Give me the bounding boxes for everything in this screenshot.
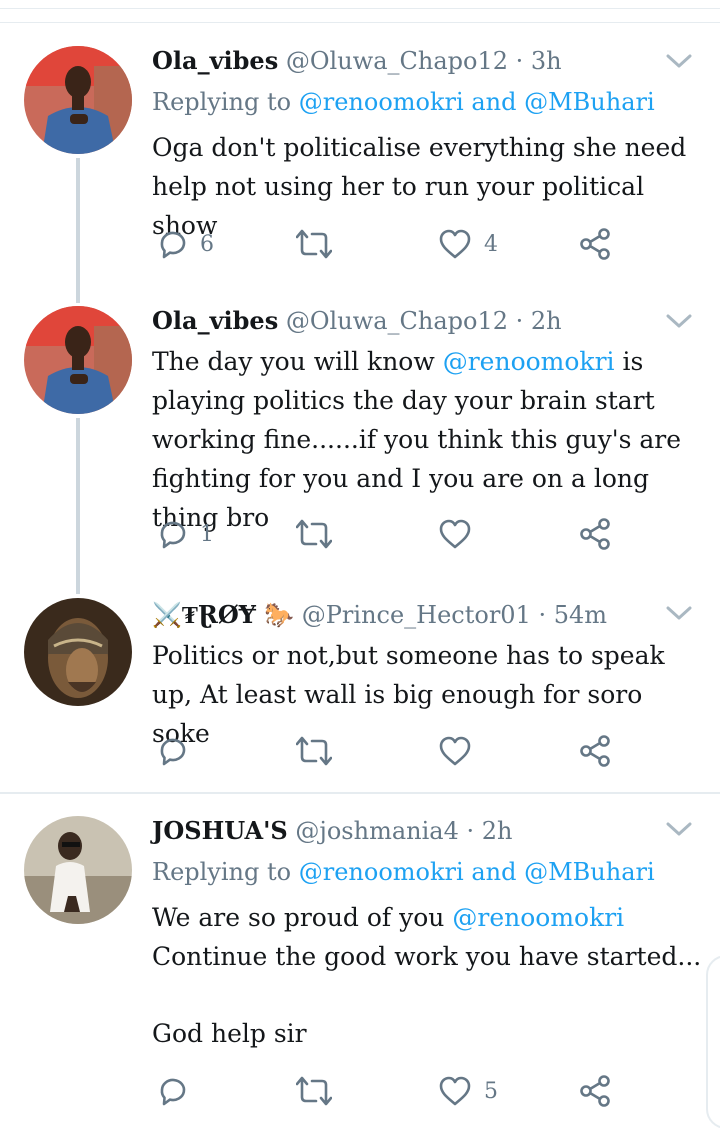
retweet-icon <box>296 736 332 766</box>
reply-count: 6 <box>200 231 214 257</box>
thread-line <box>76 418 80 594</box>
tweet-actions <box>152 731 632 771</box>
tweet-actions: 5 <box>152 1071 632 1111</box>
share-icon <box>580 518 610 550</box>
mention-link[interactable]: @renoomokri <box>452 903 624 932</box>
tweet-header: ⚔️₮ⱤØɎ 🐎 @Prince_Hector01 · 54m <box>152 600 607 630</box>
mention-link[interactable]: @renoomokri <box>299 858 464 886</box>
reply-icon <box>160 521 186 549</box>
chevron-down-icon[interactable] <box>666 52 692 70</box>
share-button[interactable] <box>578 731 612 771</box>
tweet-header: Ola_vibes @Oluwa_Chapo12 · 3h <box>152 46 562 76</box>
floating-card-edge <box>706 955 720 1129</box>
reply-button[interactable]: 6 <box>156 224 214 264</box>
retweet-icon <box>296 229 332 259</box>
retweet-button[interactable] <box>296 514 344 554</box>
timestamp[interactable]: · 2h <box>516 307 562 335</box>
tweet-text-part: We are so proud of you <box>152 903 445 932</box>
like-icon <box>439 519 471 549</box>
tweet-text-part: The day you will know <box>152 347 435 376</box>
mention-link[interactable]: @MBuhari <box>524 858 655 886</box>
share-button[interactable] <box>578 1071 612 1111</box>
reply-count: 1 <box>200 521 214 547</box>
timestamp[interactable]: · 2h <box>467 817 513 845</box>
reply-icon <box>160 231 186 259</box>
like-button[interactable]: 5 <box>438 1071 498 1111</box>
chevron-down-icon[interactable] <box>666 820 692 838</box>
share-icon <box>580 228 610 260</box>
mention-link[interactable]: @renoomokri <box>443 347 615 376</box>
top-divider <box>0 22 720 23</box>
top-divider <box>0 8 720 9</box>
like-count: 4 <box>484 231 498 257</box>
replying-to: Replying to @renoomokri and @MBuhari <box>152 87 655 117</box>
retweet-button[interactable] <box>296 1071 344 1111</box>
retweet-icon <box>296 519 332 549</box>
reply-button[interactable] <box>156 731 200 771</box>
chevron-down-icon[interactable] <box>666 604 692 622</box>
reply-button[interactable]: 1 <box>156 514 214 554</box>
like-count: 5 <box>484 1078 498 1104</box>
avatar[interactable] <box>24 306 132 414</box>
tweet-header: Ola_vibes @Oluwa_Chapo12 · 2h <box>152 306 562 336</box>
avatar[interactable] <box>24 598 132 706</box>
user-handle[interactable]: @joshmania4 <box>295 817 458 845</box>
timestamp[interactable]: · 3h <box>516 47 562 75</box>
share-icon <box>580 735 610 767</box>
replying-and: and <box>471 88 517 116</box>
mention-link[interactable]: @MBuhari <box>524 88 655 116</box>
share-icon <box>580 1075 610 1107</box>
replying-and: and <box>471 858 517 886</box>
thread-line <box>76 158 80 303</box>
retweet-button[interactable] <box>296 731 344 771</box>
display-name[interactable]: Ola_vibes <box>152 306 278 335</box>
retweet-button[interactable] <box>296 224 344 264</box>
share-button[interactable] <box>578 514 612 554</box>
avatar[interactable] <box>24 46 132 154</box>
reply-icon <box>160 738 186 766</box>
chevron-down-icon[interactable] <box>666 312 692 330</box>
reply-button[interactable] <box>156 1071 200 1111</box>
tweet-text: The day you will know @renoomokri is pla… <box>152 342 707 537</box>
retweet-icon <box>296 1076 332 1106</box>
tweet-actions: 6 4 <box>152 224 632 264</box>
tweet-text-extra: God help sir <box>152 1019 307 1048</box>
like-button[interactable] <box>438 514 484 554</box>
display-name[interactable]: JOSHUA'S <box>152 816 288 845</box>
mention-link[interactable]: @renoomokri <box>299 88 464 116</box>
tweet-divider <box>0 792 720 794</box>
user-handle[interactable]: @Prince_Hector01 <box>302 601 531 629</box>
replying-to: Replying to @renoomokri and @MBuhari <box>152 857 655 887</box>
user-handle[interactable]: @Oluwa_Chapo12 <box>286 307 508 335</box>
replying-to-label: Replying to <box>152 88 292 116</box>
user-handle[interactable]: @Oluwa_Chapo12 <box>286 47 508 75</box>
tweet-header: JOSHUA'S @joshmania4 · 2h <box>152 816 512 846</box>
display-name[interactable]: ⚔️₮ⱤØɎ 🐎 <box>152 600 294 629</box>
like-button[interactable] <box>438 731 484 771</box>
tweet-text: We are so proud of you @renoomokri Conti… <box>152 898 707 976</box>
display-name[interactable]: Ola_vibes <box>152 46 278 75</box>
timestamp[interactable]: · 54m <box>538 601 607 629</box>
tweet-actions: 1 <box>152 514 632 554</box>
like-icon <box>439 1076 471 1106</box>
like-icon <box>439 736 471 766</box>
replying-to-label: Replying to <box>152 858 292 886</box>
like-button[interactable]: 4 <box>438 224 498 264</box>
reply-icon <box>160 1078 186 1106</box>
tweet-text-part: Continue the good work you have started.… <box>152 942 702 971</box>
avatar[interactable] <box>24 816 132 924</box>
share-button[interactable] <box>578 224 612 264</box>
like-icon <box>439 229 471 259</box>
